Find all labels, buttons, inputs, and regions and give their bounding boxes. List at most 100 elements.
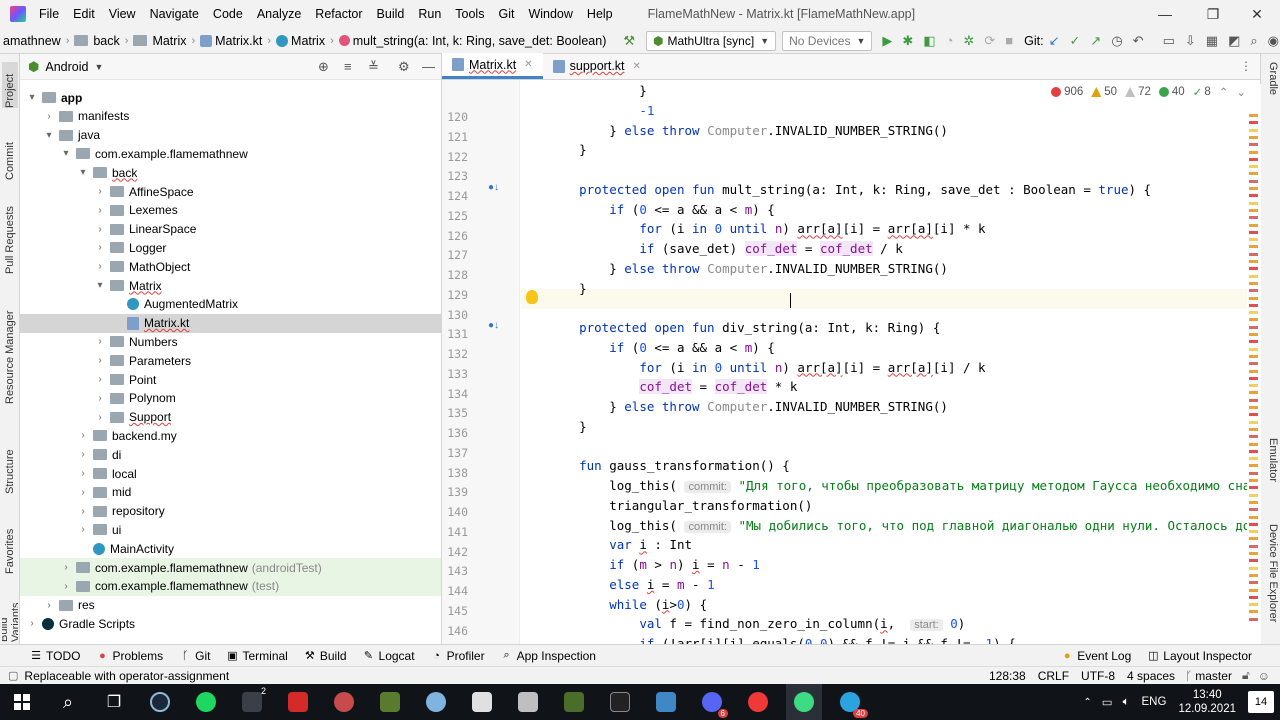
error-stripe-mark[interactable]: [1249, 595, 1258, 599]
tool-tab-gradle[interactable]: Gradle: [1263, 62, 1279, 112]
tool-tab-problems[interactable]: ● Problems: [88, 649, 171, 663]
indent-setting[interactable]: 4 spaces: [1127, 669, 1175, 683]
error-stripe-mark[interactable]: [1249, 457, 1258, 461]
task-view-icon[interactable]: ❐: [96, 684, 132, 720]
close-button[interactable]: ✕: [1234, 0, 1280, 28]
git-branch[interactable]: master: [1195, 669, 1232, 683]
error-stripe-mark[interactable]: [1249, 413, 1258, 417]
tree-item[interactable]: › manifests: [20, 107, 441, 126]
tree-item[interactable]: › mid: [20, 483, 441, 502]
app-icon[interactable]: [556, 684, 592, 720]
windows-start-icon[interactable]: [4, 684, 40, 720]
error-stripe-mark[interactable]: [1249, 406, 1258, 409]
apply-changes-icon[interactable]: ⟳: [984, 33, 995, 49]
tree-item[interactable]: › repository: [20, 502, 441, 521]
coverage-icon[interactable]: ◧: [923, 33, 935, 49]
chevron-right-icon[interactable]: ›: [94, 186, 106, 197]
menu-window[interactable]: Window: [521, 0, 579, 28]
caret-position[interactable]: 128:38: [989, 669, 1026, 683]
tree-item[interactable]: › com.example.flamemathnew (androidTest): [20, 558, 441, 577]
chevron-up-icon[interactable]: ⌃: [1219, 85, 1229, 99]
error-stripe-mark[interactable]: [1249, 333, 1258, 336]
input-language[interactable]: ENG: [1142, 696, 1167, 708]
error-stripe-mark[interactable]: [1249, 479, 1258, 482]
code-line[interactable]: else i = m - 1: [549, 577, 714, 592]
error-stripe-mark[interactable]: [1249, 325, 1258, 329]
chevron-right-icon[interactable]: ›: [43, 111, 55, 122]
error-stripe-mark[interactable]: [1249, 522, 1258, 526]
error-stripe-mark[interactable]: [1249, 442, 1258, 446]
menu-run[interactable]: Run: [411, 0, 448, 28]
code-line[interactable]: if (save_det) cof_det = cof_det / k: [549, 241, 903, 256]
menu-navigate[interactable]: Navigate: [143, 0, 206, 28]
minimize-button[interactable]: —: [1142, 0, 1188, 28]
menu-view[interactable]: View: [102, 0, 143, 28]
tree-item[interactable]: › com.example.flamemathnew (test): [20, 576, 441, 596]
chevron-down-icon[interactable]: ⌄: [1236, 85, 1246, 99]
expand-all-icon[interactable]: ≡: [344, 59, 352, 74]
tool-tab-structure[interactable]: Structure: [2, 434, 18, 494]
tree-item[interactable]: AugmentedMatrix: [20, 295, 441, 314]
breadcrumb-back[interactable]: back: [71, 34, 122, 48]
tree-item[interactable]: › Logger: [20, 238, 441, 257]
maximize-button[interactable]: ❐: [1190, 0, 1236, 28]
error-stripe-mark[interactable]: [1249, 500, 1258, 504]
tree-item[interactable]: MainActivity: [20, 539, 441, 558]
menu-tools[interactable]: Tools: [448, 0, 491, 28]
code-line[interactable]: triangular_transformation(): [549, 498, 812, 513]
chevron-right-icon[interactable]: ›: [94, 205, 106, 216]
chevron-right-icon[interactable]: ›: [94, 374, 106, 385]
chevron-right-icon[interactable]: ›: [60, 581, 72, 592]
chevron-up-icon[interactable]: ⌃: [1083, 697, 1091, 708]
breadcrumb-root[interactable]: amathnew: [0, 34, 64, 48]
error-stripe-mark[interactable]: [1249, 362, 1258, 366]
chevron-right-icon[interactable]: ›: [94, 412, 106, 423]
editor-tab-support-kt[interactable]: support.kt ✕: [543, 53, 651, 79]
explorer-icon[interactable]: [648, 684, 684, 720]
avd-manager-icon[interactable]: ▭: [1163, 33, 1175, 49]
chevron-right-icon[interactable]: ›: [94, 224, 106, 235]
line-separator[interactable]: CRLF: [1038, 669, 1069, 683]
error-stripe-mark[interactable]: [1249, 391, 1258, 395]
error-stripe-mark[interactable]: [1249, 376, 1258, 380]
close-icon[interactable]: ✕: [633, 61, 641, 72]
error-stripe-mark[interactable]: [1249, 238, 1258, 242]
menu-build[interactable]: Build: [370, 0, 412, 28]
minecraft-icon[interactable]: [372, 684, 408, 720]
error-stripe-mark[interactable]: [1249, 311, 1258, 315]
error-stripe-mark[interactable]: [1249, 274, 1258, 278]
tool-tab-git[interactable]: ᚴ Git: [171, 649, 218, 663]
device-select[interactable]: No Devices ▼: [782, 30, 873, 51]
app-icon[interactable]: [326, 684, 362, 720]
error-stripe-mark[interactable]: [1249, 150, 1258, 154]
tree-item[interactable]: › LinearSpace: [20, 220, 441, 239]
error-stripe-mark[interactable]: [1249, 172, 1258, 176]
error-stripe-mark[interactable]: [1249, 566, 1258, 570]
project-view-select[interactable]: Android: [45, 60, 88, 74]
chevron-down-icon[interactable]: ▾: [94, 280, 106, 291]
error-stripe-mark[interactable]: [1249, 354, 1258, 358]
tree-item[interactable]: › Parameters: [20, 351, 441, 370]
code-line[interactable]: } else throw Computer.INVALID_NUMBER_STR…: [549, 261, 948, 276]
breadcrumb-matrix-file[interactable]: Matrix.kt: [197, 34, 265, 48]
search-icon[interactable]: ⌕: [50, 684, 86, 720]
bulb-icon[interactable]: [526, 290, 538, 304]
run-icon[interactable]: ▶: [882, 33, 892, 49]
error-stripe-mark[interactable]: [1249, 114, 1258, 117]
debug-icon[interactable]: ✱: [902, 33, 913, 49]
error-stripe-mark[interactable]: [1249, 384, 1258, 388]
search-icon[interactable]: ⌕: [1250, 33, 1257, 49]
chevron-down-icon[interactable]: ▾: [26, 92, 38, 103]
spotify-icon[interactable]: [188, 684, 224, 720]
code-line[interactable]: protected open fun mult_string(a: Int, k…: [549, 182, 1151, 197]
chevron-down-icon[interactable]: ▾: [77, 167, 89, 178]
code-line[interactable]: while (i>0) {: [549, 597, 707, 612]
chevron-right-icon[interactable]: ›: [60, 562, 72, 573]
code-line[interactable]: -1: [549, 103, 654, 118]
notifications-icon[interactable]: 14: [1248, 691, 1274, 713]
error-stripe-mark[interactable]: [1249, 559, 1258, 563]
error-stripe-mark[interactable]: [1249, 464, 1258, 468]
error-stripe-mark[interactable]: [1249, 165, 1258, 169]
tree-item[interactable]: ▾ Matrix: [20, 276, 441, 295]
inspection-widget[interactable]: 906 50 72 40 ✓ 8 ⌃ ⌄: [1043, 85, 1246, 99]
